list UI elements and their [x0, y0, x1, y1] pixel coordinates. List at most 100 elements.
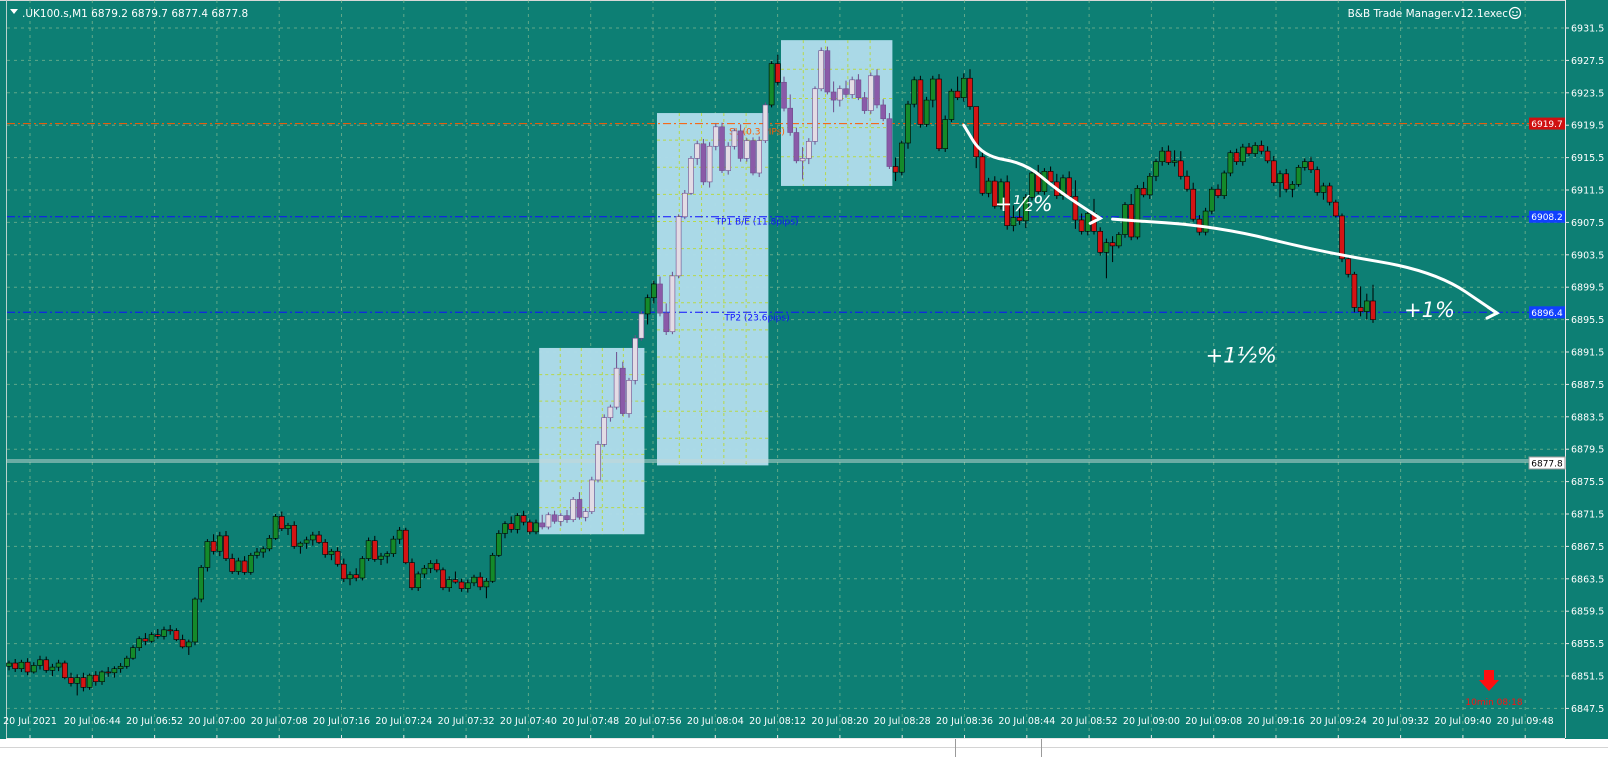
candle-body [526, 521, 533, 533]
candle-body [167, 629, 173, 632]
price-tag-label: 6908.2 [1531, 213, 1563, 223]
candle-body [384, 553, 391, 557]
candle-body [1097, 231, 1103, 253]
candle-body [1295, 167, 1302, 185]
candle-body [99, 671, 105, 682]
candle-body [886, 118, 893, 167]
candle-body [669, 275, 676, 333]
candle-body [564, 515, 570, 520]
candle-body [1308, 161, 1314, 171]
candle-body [613, 367, 620, 408]
candle-body [55, 662, 62, 668]
candle-body [1289, 184, 1296, 190]
candle-body [688, 158, 694, 194]
candle-body [675, 216, 682, 277]
candle-body [849, 79, 856, 95]
price-tick-label: 6863.5 [1571, 574, 1604, 585]
price-tick-label: 6931.5 [1571, 24, 1604, 35]
time-tick-label: 20 Jul 07:16 [313, 716, 370, 727]
candle-body [867, 75, 874, 111]
candle-body [1339, 215, 1345, 260]
candle-body [1364, 300, 1370, 312]
candle-body [68, 677, 74, 684]
candle-body [843, 88, 849, 95]
candle-body [285, 525, 291, 529]
level-label-tp2: TP2 (23.6pips) [723, 313, 789, 323]
candle-body [316, 534, 322, 543]
candle-body [911, 79, 918, 105]
candle-body [6, 662, 12, 667]
candle-body [967, 77, 973, 107]
price-tick-label: 6923.5 [1571, 88, 1604, 99]
candle-body [74, 677, 80, 684]
price-tag-label: 6877.8 [1531, 459, 1563, 469]
time-tick-label: 20 Jul 07:48 [562, 716, 619, 727]
candle-body [1345, 258, 1351, 275]
candle-body [1016, 217, 1023, 222]
candle-body [663, 312, 670, 333]
candle-body [495, 533, 502, 556]
candle-body [1153, 161, 1159, 177]
candle-body [229, 558, 235, 572]
time-tick-label: 20 Jul 07:32 [438, 716, 495, 727]
candlestick-chart: SL (0.3 PIPs) TP1 B/E (11.8pips) TP2 (23.6… [0, 0, 1608, 757]
candle-body [737, 130, 744, 159]
price-tick-label: 6895.5 [1571, 315, 1604, 326]
candle-body [657, 283, 663, 314]
level-label-tp1: TP1 B/E (11.8pips) [715, 218, 799, 228]
candle-body [260, 548, 267, 553]
time-tick-label: 20 Jul 07:08 [251, 716, 308, 727]
candle-body [353, 574, 360, 579]
candle-body [1134, 188, 1141, 238]
candle-body [1221, 172, 1227, 196]
candle-body [1370, 300, 1376, 320]
candle-body [787, 107, 794, 133]
candle-body [235, 560, 242, 572]
candle-body [421, 567, 428, 575]
candle-body [148, 634, 155, 642]
candle-body [1271, 160, 1277, 184]
candle-body [756, 140, 763, 174]
candle-body [520, 515, 527, 523]
candle-body [830, 91, 837, 101]
candle-body [719, 126, 725, 171]
candle-body [452, 579, 459, 583]
candle-body [570, 499, 577, 520]
price-tick-label: 6875.5 [1571, 477, 1604, 488]
candle-body [272, 516, 279, 539]
candle-body [464, 582, 471, 589]
candle-body [750, 140, 756, 174]
candle-body [762, 104, 769, 141]
candle-body [781, 81, 787, 109]
candle-body [1351, 273, 1358, 308]
candle-body [805, 141, 812, 159]
candle-body [626, 380, 632, 414]
candle-body [681, 192, 688, 218]
candle-body [309, 534, 316, 541]
price-tick-label: 6859.5 [1571, 607, 1604, 618]
candle-body [80, 677, 87, 688]
candle-body [1184, 175, 1190, 190]
candle-body [644, 297, 651, 315]
candle-body [198, 567, 204, 600]
candle-body [588, 479, 595, 512]
candle-body [700, 143, 707, 183]
candle-body [18, 661, 25, 670]
price-tick-label: 6887.5 [1571, 380, 1604, 391]
level-label-sl: SL (0.3 PIPs) [729, 128, 785, 138]
candle-body [960, 77, 967, 98]
time-tick-label: 20 Jul 08:12 [749, 716, 806, 727]
candle-body [359, 558, 366, 579]
candle-body [24, 661, 31, 673]
candle-body [942, 119, 949, 149]
candle-body [427, 563, 434, 569]
candle-body [979, 156, 986, 194]
candle-body [155, 634, 161, 637]
candle-body [1264, 150, 1271, 162]
candle-body [241, 560, 248, 573]
candle-body [768, 63, 775, 106]
price-tag-label: 6919.7 [1531, 120, 1563, 130]
bottom-scroll-area[interactable] [0, 739, 1608, 757]
price-tick-label: 6879.5 [1571, 445, 1604, 456]
candle-body [936, 78, 942, 149]
